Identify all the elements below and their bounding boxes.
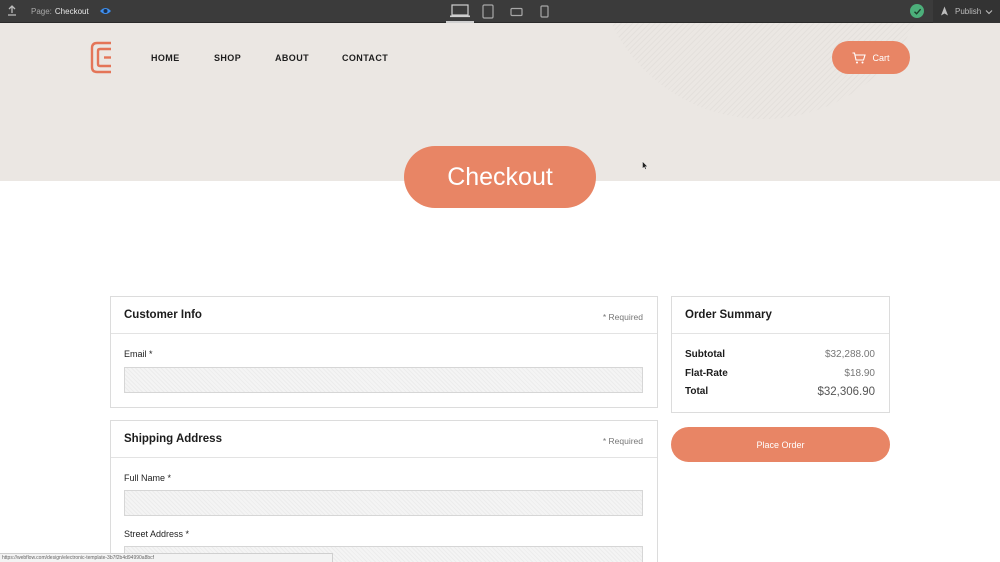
total-row: Total $32,306.90 — [685, 386, 875, 398]
order-summary-card: Order Summary Subtotal $32,288.00 Flat-R… — [671, 296, 890, 413]
subtotal-value: $32,288.00 — [824, 349, 875, 360]
publish-label: Publish — [955, 7, 982, 16]
status-bar-url: https://webflow.com/design/electronic-te… — [0, 553, 333, 562]
shipping-address-header: Shipping Address * Required — [111, 421, 657, 458]
nav-link-contact[interactable]: CONTACT — [342, 53, 388, 63]
chevron-down-icon — [985, 9, 993, 14]
email-label: Email * — [124, 349, 153, 359]
required-note: * Required — [602, 312, 643, 322]
total-label: Total — [685, 386, 709, 397]
cart-button[interactable]: Cart — [832, 41, 910, 74]
customer-info-title: Customer Info — [124, 309, 202, 321]
device-switcher — [446, 0, 558, 23]
shipping-address-card: Shipping Address * Required Full Name * … — [110, 420, 658, 562]
page-prefix: Page: — [31, 7, 52, 16]
street-address-label: Street Address * — [124, 529, 190, 539]
subtotal-row: Subtotal $32,288.00 — [685, 349, 875, 360]
check-status-icon[interactable] — [910, 4, 924, 18]
required-note: * Required — [602, 436, 643, 446]
shipping-address-title: Shipping Address — [124, 433, 222, 445]
mobile-landscape-view-icon[interactable] — [502, 0, 530, 23]
page-title: Checkout — [404, 146, 596, 208]
cart-icon — [852, 51, 867, 63]
full-name-field[interactable] — [124, 490, 643, 516]
cart-label: Cart — [872, 52, 890, 63]
customer-info-header: Customer Info * Required — [111, 297, 657, 334]
order-summary-title: Order Summary — [685, 309, 772, 321]
customer-info-card: Customer Info * Required Email * — [110, 296, 658, 408]
flat-rate-value: $18.90 — [844, 368, 875, 379]
publish-button[interactable]: Publish — [933, 0, 1000, 23]
flat-rate-row: Flat-Rate $18.90 — [685, 368, 875, 379]
flat-rate-label: Flat-Rate — [685, 368, 728, 379]
tablet-view-icon[interactable] — [474, 0, 502, 23]
full-name-label: Full Name * — [124, 473, 172, 483]
designer-toolbar: Page: Checkout Publish — [0, 0, 1000, 23]
mobile-portrait-view-icon[interactable] — [530, 0, 558, 23]
page-selector[interactable]: Page: Checkout — [31, 7, 89, 16]
page-name: Checkout — [54, 7, 89, 16]
rocket-icon — [941, 6, 948, 16]
nav-link-home[interactable]: HOME — [151, 53, 180, 63]
total-value: $32,306.90 — [817, 386, 875, 398]
mouse-cursor-icon — [642, 157, 648, 170]
export-icon[interactable] — [6, 5, 18, 17]
desktop-view-icon[interactable] — [446, 0, 474, 23]
eye-icon[interactable] — [99, 5, 112, 17]
place-order-button[interactable]: Place Order — [671, 427, 890, 462]
nav-link-about[interactable]: ABOUT — [275, 53, 309, 63]
nav-link-shop[interactable]: SHOP — [214, 53, 241, 63]
brand-logo[interactable] — [89, 40, 115, 75]
email-field[interactable] — [124, 367, 643, 393]
subtotal-label: Subtotal — [685, 349, 725, 360]
order-summary-header: Order Summary — [672, 297, 889, 334]
